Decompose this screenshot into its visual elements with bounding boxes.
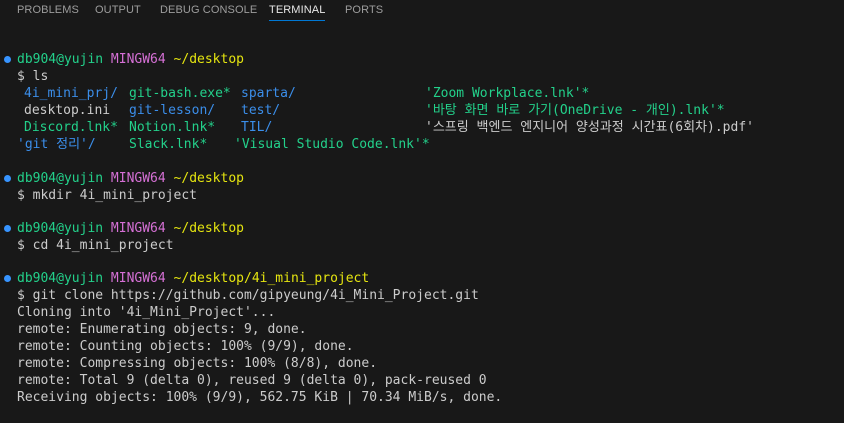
- active-tab-indicator: [269, 20, 326, 21]
- tab-terminal-label: TERMINAL: [269, 4, 326, 16]
- prompt-user: db904@yujin: [17, 271, 104, 286]
- prompt-line: db904@yujin MINGW64 ~/desktop: [17, 170, 244, 187]
- ls-entry-directory: test/: [241, 103, 281, 118]
- prompt-user: db904@yujin: [17, 52, 104, 67]
- tab-debug-console[interactable]: DEBUG CONSOLE: [160, 4, 257, 16]
- panel-tab-bar: PROBLEMS OUTPUT DEBUG CONSOLE TERMINAL P…: [0, 0, 844, 22]
- prompt-user: db904@yujin: [17, 221, 104, 236]
- prompt-line: db904@yujin MINGW64 ~/desktop: [17, 51, 244, 68]
- prompt-host: MINGW64: [110, 221, 166, 236]
- ls-entry-executable: git-bash.exe*: [129, 86, 231, 101]
- prompt-path: ~/desktop: [173, 52, 244, 67]
- ls-entry-executable: 'Zoom Workplace.lnk'*: [425, 86, 590, 101]
- prompt-path: ~/desktop: [173, 221, 244, 236]
- prompt-host: MINGW64: [110, 171, 166, 186]
- terminal-output[interactable]: db904@yujin MINGW64 ~/desktop $ ls 4i_mi…: [0, 22, 844, 423]
- ls-entry-directory: 4i_mini_prj/: [24, 86, 118, 101]
- command-decoration-dot[interactable]: [4, 225, 11, 232]
- output-line: Cloning into '4i_Mini_Project'...: [17, 305, 276, 320]
- command-line: $ ls: [17, 69, 49, 84]
- output-line: Receiving objects: 100% (9/9), 562.75 Ki…: [17, 390, 503, 405]
- output-line: remote: Compressing objects: 100% (8/8),…: [17, 356, 378, 371]
- tab-ports[interactable]: PORTS: [345, 4, 383, 16]
- command-line: $ mkdir 4i_mini_project: [17, 188, 198, 203]
- prompt-path: ~/desktop: [173, 171, 244, 186]
- tab-output[interactable]: OUTPUT: [95, 4, 141, 16]
- command-line: $ git clone https://github.com/gipyeung/…: [17, 288, 479, 303]
- ls-entry-file: '스프링 백엔드 엔지니어 양성과정 시간표(6회차).pdf': [425, 120, 754, 135]
- prompt-host: MINGW64: [110, 271, 166, 286]
- command-decoration-dot[interactable]: [4, 275, 11, 282]
- tab-terminal[interactable]: TERMINAL: [269, 4, 326, 21]
- ls-entry-executable: 'Visual Studio Code.lnk'*: [234, 137, 430, 152]
- ls-entry-directory: 'git 정리'/: [17, 137, 96, 152]
- command-decoration-dot[interactable]: [4, 175, 11, 182]
- command-line: $ cd 4i_mini_project: [17, 238, 174, 253]
- ls-entry-executable: Notion.lnk*: [129, 120, 216, 135]
- ls-entry-file: desktop.ini: [24, 103, 111, 118]
- prompt-path: ~/desktop/4i_mini_project: [173, 271, 370, 286]
- ls-entry-executable: '바탕 화면 바로 가기(OneDrive - 개인).lnk'*: [425, 103, 725, 118]
- tab-problems[interactable]: PROBLEMS: [17, 4, 79, 16]
- command-decoration-dot[interactable]: [4, 56, 11, 63]
- prompt-line: db904@yujin MINGW64 ~/desktop: [17, 220, 244, 237]
- prompt-host: MINGW64: [110, 52, 166, 67]
- ls-entry-directory: TIL/: [241, 120, 273, 135]
- output-line: remote: Counting objects: 100% (9/9), do…: [17, 339, 354, 354]
- output-line: remote: Total 9 (delta 0), reused 9 (del…: [17, 373, 487, 388]
- prompt-user: db904@yujin: [17, 171, 104, 186]
- ls-entry-directory: git-lesson/: [129, 103, 216, 118]
- prompt-line: db904@yujin MINGW64 ~/desktop/4i_mini_pr…: [17, 270, 369, 287]
- output-line: remote: Enumerating objects: 9, done.: [17, 322, 307, 337]
- ls-entry-executable: Slack.lnk*: [129, 137, 208, 152]
- ls-entry-directory: sparta/: [241, 86, 296, 101]
- ls-entry-executable: Discord.lnk*: [24, 120, 118, 135]
